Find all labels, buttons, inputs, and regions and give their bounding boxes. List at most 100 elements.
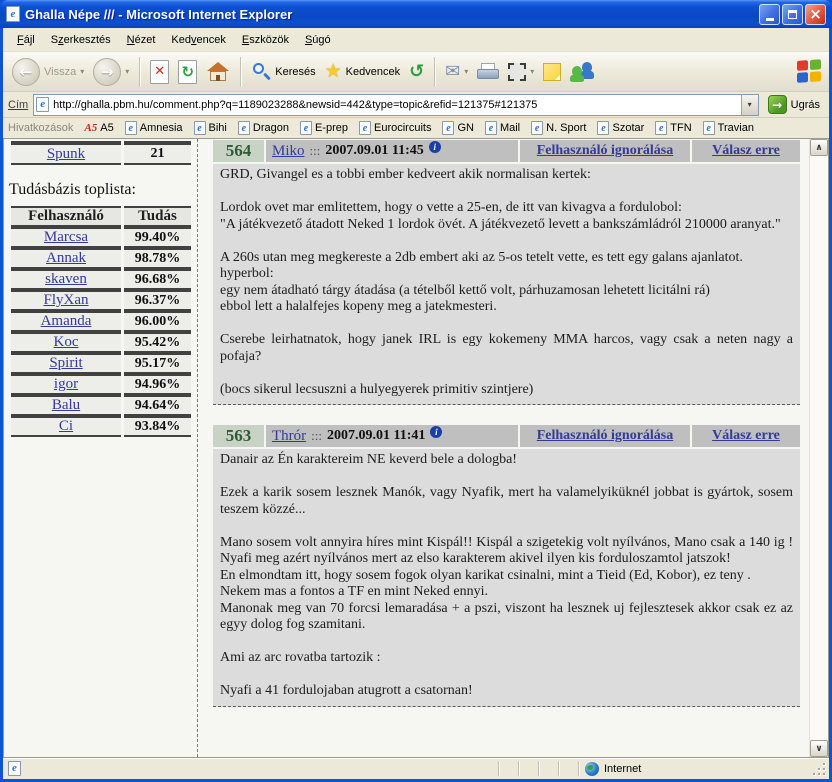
forward-dropdown-icon[interactable]: ▾ bbox=[125, 67, 129, 76]
table-row: Ci93.84% bbox=[11, 416, 191, 437]
a5-icon: A5 bbox=[84, 122, 97, 134]
windows-flag-throbber bbox=[797, 59, 823, 85]
score-value: 94.64% bbox=[124, 395, 191, 416]
home-icon bbox=[206, 61, 230, 83]
link-a5[interactable]: A5A5 bbox=[84, 122, 113, 134]
reply-link[interactable]: Válasz erre bbox=[712, 143, 780, 159]
ie-link-icon: e bbox=[359, 121, 371, 135]
column-score: Tudás bbox=[124, 206, 191, 227]
link-nsport[interactable]: eN. Sport bbox=[531, 121, 586, 135]
status-pane bbox=[559, 758, 578, 779]
link-tfn[interactable]: eTFN bbox=[655, 121, 691, 135]
vertical-scrollbar[interactable]: ∧ ∨ bbox=[809, 139, 828, 757]
history-button[interactable]: ↺ bbox=[406, 61, 427, 83]
user-link[interactable]: Spirit bbox=[49, 355, 82, 371]
user-link[interactable]: Marcsa bbox=[44, 229, 88, 245]
post-number: 563 bbox=[213, 425, 264, 447]
forum-post-563: 563 Thrór ::: 2007.09.01 11:41 i Felhasz… bbox=[213, 425, 800, 707]
home-button[interactable] bbox=[203, 59, 233, 85]
user-link[interactable]: Ci bbox=[59, 418, 73, 434]
user-link[interactable]: Koc bbox=[54, 334, 79, 350]
search-button[interactable]: Keresés bbox=[248, 60, 318, 84]
browser-window: e Ghalla Népe /// - Microsoft Internet E… bbox=[0, 0, 832, 782]
address-dropdown-icon[interactable]: ▾ bbox=[741, 95, 758, 115]
menu-tools[interactable]: Eszközök bbox=[234, 30, 297, 50]
toolbar-separator bbox=[240, 57, 241, 87]
forum-post-564: 564 Miko ::: 2007.09.01 11:45 i Felhaszn… bbox=[213, 140, 800, 405]
link-eurocircuits[interactable]: eEurocircuits bbox=[359, 121, 431, 135]
minimize-button[interactable] bbox=[759, 4, 780, 25]
address-bar: Cím e http://ghalla.pbm.hu/comment.php?q… bbox=[3, 92, 829, 118]
minimize-icon bbox=[766, 18, 774, 21]
go-button[interactable]: → Ugrás bbox=[764, 94, 824, 115]
ignore-user-link[interactable]: Felhasználó ignorálása bbox=[537, 143, 674, 159]
edit-dropdown-icon[interactable]: ▾ bbox=[530, 67, 534, 76]
back-button[interactable]: ← Vissza ▾ bbox=[9, 56, 87, 88]
user-link[interactable]: Annak bbox=[46, 250, 86, 266]
address-url[interactable]: http://ghalla.pbm.hu/comment.php?q=11890… bbox=[53, 99, 740, 111]
ie-link-icon: e bbox=[703, 121, 715, 135]
score-value: 96.37% bbox=[124, 290, 191, 311]
table-row: Spirit95.17% bbox=[11, 353, 191, 374]
maximize-button[interactable] bbox=[782, 4, 803, 25]
user-link[interactable]: Amanda bbox=[41, 313, 92, 329]
address-input[interactable]: e http://ghalla.pbm.hu/comment.php?q=118… bbox=[33, 94, 758, 116]
menu-edit[interactable]: Szerkesztés bbox=[43, 30, 119, 50]
link-mail[interactable]: eMail bbox=[485, 121, 520, 135]
refresh-button[interactable]: ↻ bbox=[175, 58, 200, 86]
ignore-user-link[interactable]: Felhasználó ignorálása bbox=[537, 428, 674, 444]
favorites-star-icon: ★ bbox=[325, 62, 342, 81]
user-link[interactable]: igor bbox=[54, 376, 78, 392]
mail-button[interactable]: ✉ ▾ bbox=[442, 61, 471, 83]
stop-button[interactable]: ✕ bbox=[147, 58, 172, 86]
user-link[interactable]: skaven bbox=[45, 271, 87, 287]
ignore-user-cell: Felhasználó ignorálása bbox=[520, 425, 690, 447]
link-amnesia[interactable]: eAmnesia bbox=[125, 121, 183, 135]
history-icon: ↺ bbox=[409, 63, 424, 81]
close-button[interactable]: × bbox=[805, 4, 826, 25]
mail-dropdown-icon[interactable]: ▾ bbox=[464, 67, 468, 76]
toolbar: ← Vissza ▾ → ▾ ✕ ↻ Keresés ★ Kedvencek bbox=[3, 52, 829, 92]
menu-help[interactable]: Súgó bbox=[297, 30, 339, 50]
link-eprep[interactable]: eE-prep bbox=[300, 121, 348, 135]
link-travian[interactable]: eTravian bbox=[703, 121, 754, 135]
table-row: FlyXan 96.37% bbox=[11, 290, 191, 311]
user-link-spunk[interactable]: Spunk bbox=[47, 146, 85, 162]
security-zone-label: Internet bbox=[604, 763, 641, 775]
info-icon[interactable]: i bbox=[429, 141, 441, 153]
author-link[interactable]: Miko bbox=[272, 143, 305, 160]
resize-grip[interactable] bbox=[813, 763, 827, 777]
user-link[interactable]: FlyXan bbox=[44, 292, 89, 308]
score-value: 96.68% bbox=[124, 269, 191, 290]
back-dropdown-icon[interactable]: ▾ bbox=[80, 67, 84, 76]
link-gn[interactable]: eGN bbox=[442, 121, 474, 135]
refresh-icon: ↻ bbox=[178, 60, 197, 84]
link-dragon[interactable]: eDragon bbox=[238, 121, 289, 135]
sidebar: Spunk 21 Tudásbázis toplista: Felhasznál… bbox=[4, 139, 198, 757]
print-button[interactable] bbox=[474, 61, 502, 83]
discuss-button[interactable] bbox=[540, 61, 564, 83]
title-bar[interactable]: e Ghalla Népe /// - Microsoft Internet E… bbox=[0, 0, 832, 28]
favorites-button[interactable]: ★ Kedvencek bbox=[322, 60, 403, 83]
ie-page-icon: e bbox=[36, 97, 49, 112]
info-icon[interactable]: i bbox=[430, 426, 442, 438]
ie-link-icon: e bbox=[597, 121, 609, 135]
post-author-cell: Thrór ::: 2007.09.01 11:41 i bbox=[266, 425, 518, 447]
messenger-button[interactable] bbox=[567, 60, 597, 84]
user-link[interactable]: Balu bbox=[52, 397, 80, 413]
scroll-down-button[interactable]: ∨ bbox=[810, 740, 828, 757]
reply-link[interactable]: Válasz erre bbox=[712, 428, 780, 444]
link-bihi[interactable]: eBihi bbox=[194, 121, 227, 135]
ie-link-icon: e bbox=[194, 121, 206, 135]
go-label: Ugrás bbox=[791, 99, 820, 111]
ie-link-icon: e bbox=[485, 121, 497, 135]
edit-button[interactable]: ▾ bbox=[505, 61, 537, 83]
menu-favorites[interactable]: Kedvencek bbox=[163, 30, 233, 50]
menu-file[interactable]: Fájl bbox=[9, 30, 43, 50]
forward-button[interactable]: → ▾ bbox=[90, 56, 132, 88]
scroll-up-button[interactable]: ∧ bbox=[810, 139, 828, 156]
link-szotar[interactable]: eSzotar bbox=[597, 121, 644, 135]
menu-view[interactable]: Nézet bbox=[119, 30, 164, 50]
scrollbar-track[interactable] bbox=[810, 156, 828, 740]
author-link[interactable]: Thrór bbox=[272, 428, 306, 445]
